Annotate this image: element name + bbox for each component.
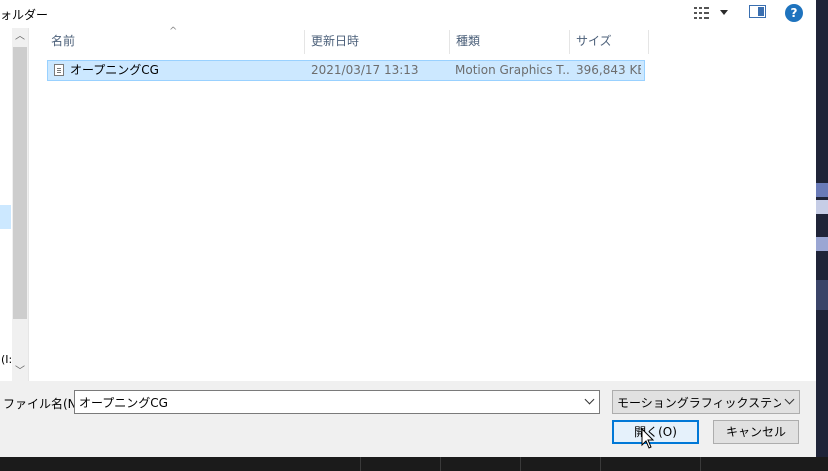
taskbar (0, 457, 828, 471)
mouse-cursor-icon (641, 428, 655, 449)
file-type: Motion Graphics T... (455, 63, 570, 77)
cancel-button[interactable]: キャンセル (713, 420, 799, 444)
nav-drive-label[interactable]: (I: (1, 353, 12, 366)
file-icon (54, 64, 64, 76)
chevron-down-icon (720, 10, 728, 15)
sort-up-icon: ^ (169, 26, 178, 37)
new-folder-button[interactable]: ォルダー (0, 6, 48, 23)
column-header-size[interactable]: サイズ (570, 28, 648, 54)
view-options-icon (694, 7, 709, 19)
open-button[interactable]: 開く(O) (612, 420, 699, 444)
column-header-type[interactable]: 種類 (450, 28, 569, 54)
preview-pane-icon[interactable] (749, 4, 767, 20)
help-icon[interactable]: ? (785, 4, 803, 22)
scroll-down-icon[interactable]: ﹀ (12, 363, 28, 381)
scroll-up-icon[interactable]: ︿ (12, 28, 28, 46)
view-options-button[interactable] (692, 4, 730, 22)
file-modified: 2021/03/17 13:13 (311, 63, 419, 77)
filetype-select[interactable]: モーショングラフィックステンプレート (* (612, 390, 800, 414)
filename-input[interactable]: オープニングCG (74, 390, 600, 414)
table-row[interactable]: オープニングCG 2021/03/17 13:13 Motion Graphic… (47, 60, 645, 81)
filename-value: オープニングCG (79, 396, 168, 410)
filetype-value: モーショングラフィックステンプレート (* (617, 396, 781, 410)
file-size: 396,843 KB (576, 63, 641, 77)
column-separator[interactable] (648, 30, 649, 54)
chevron-down-icon[interactable] (584, 394, 595, 405)
background-window (816, 0, 828, 471)
column-header-modified[interactable]: 更新日時 (305, 28, 449, 54)
chevron-down-icon (784, 394, 795, 405)
file-name: オープニングCG (70, 63, 159, 77)
nav-scrollbar-thumb[interactable] (13, 47, 27, 319)
nav-selected-item[interactable] (0, 205, 11, 229)
